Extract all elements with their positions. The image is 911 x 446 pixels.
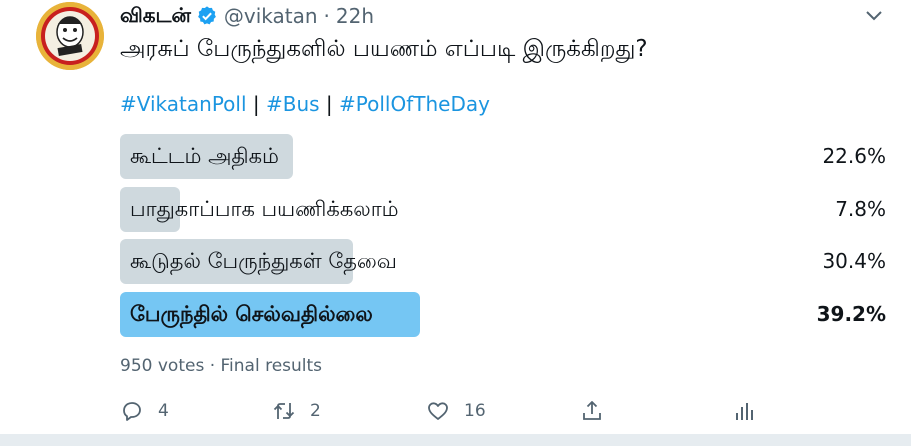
retweet-count: 2: [310, 401, 321, 421]
tweet-timestamp[interactable]: 22h: [336, 4, 374, 28]
poll-option-percent: 7.8%: [835, 197, 886, 221]
timeline-divider: [0, 434, 911, 446]
hashtag-separator: |: [252, 92, 260, 116]
hashtag-polloftheday[interactable]: #PollOfTheDay: [339, 92, 490, 116]
retweet-button[interactable]: 2: [272, 396, 321, 426]
avatar[interactable]: [36, 2, 104, 70]
hashtag-line: #VikatanPoll | #Bus | #PollOfTheDay: [120, 92, 490, 116]
tweet-actions: 4 2 16: [120, 396, 780, 426]
analytics-button[interactable]: [732, 396, 756, 426]
like-button[interactable]: 16: [426, 396, 486, 426]
heart-icon: [428, 402, 448, 420]
verified-badge-icon: [196, 5, 218, 27]
chevron-down-icon[interactable]: [865, 8, 883, 22]
poll-option: பேருந்தில் செல்வதில்லை 39.2%: [120, 292, 886, 337]
hashtag-vikatanpoll[interactable]: #VikatanPoll: [120, 92, 247, 116]
poll-option: கூடுதல் பேருந்துகள் தேவை 30.4%: [120, 239, 886, 284]
tweet-header: விகடன் @vikatan · 22h: [120, 2, 374, 30]
reply-icon: [123, 402, 141, 421]
tweet-text: அரசுப் பேருந்துகளில் பயணம் எப்படி இருக்க…: [120, 36, 648, 62]
hashtag-separator: |: [325, 92, 333, 116]
vikatan-logo-icon: [36, 2, 104, 70]
share-icon: [583, 401, 601, 420]
poll-option-label: கூடுதல் பேருந்துகள் தேவை: [130, 249, 397, 273]
poll-option-label: கூட்டம் அதிகம்: [130, 144, 279, 168]
poll-option-label: பேருந்தில் செல்வதில்லை: [130, 302, 373, 326]
share-button[interactable]: [580, 396, 604, 426]
poll-option-label: பாதுகாப்பாக பயணிக்கலாம்: [130, 197, 399, 221]
poll-meta: 950 votes · Final results: [120, 356, 323, 376]
analytics-icon: [736, 403, 753, 420]
poll-option: பாதுகாப்பாக பயணிக்கலாம் 7.8%: [120, 187, 886, 232]
poll-option: கூட்டம் அதிகம் 22.6%: [120, 134, 886, 179]
poll-option-percent: 30.4%: [822, 249, 886, 273]
author-handle[interactable]: @vikatan: [224, 4, 318, 28]
retweet-icon: [273, 403, 295, 419]
like-count: 16: [464, 401, 486, 421]
poll-option-percent: 22.6%: [822, 144, 886, 168]
reply-count: 4: [158, 401, 169, 421]
header-separator: ·: [323, 4, 330, 28]
author-name[interactable]: விகடன்: [120, 3, 191, 30]
hashtag-bus[interactable]: #Bus: [266, 92, 320, 116]
tweet: விகடன் @vikatan · 22h அரசுப் பேருந்துகளி…: [0, 0, 911, 434]
poll-option-percent: 39.2%: [816, 302, 886, 326]
reply-button[interactable]: 4: [120, 396, 169, 426]
